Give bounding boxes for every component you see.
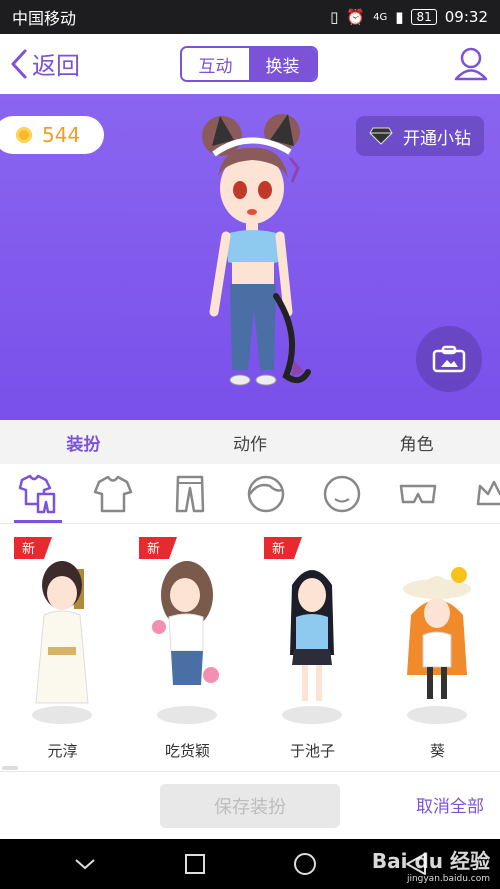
item-avatar — [282, 570, 342, 724]
item-name: 吃货颖 — [164, 742, 210, 760]
coin-balance: 544 — [0, 116, 104, 154]
camera-icon — [432, 345, 466, 373]
avatar-figure — [202, 114, 311, 386]
item-grid: 新 元淳 新 吃货颖 新 于池子 葵 — [0, 525, 500, 770]
watermark-text: Bai du 经验 — [371, 849, 490, 873]
item-name: 葵 — [429, 742, 445, 760]
category-bar — [0, 464, 500, 524]
vibrate-icon: ▯ — [330, 8, 339, 26]
carrier-label: 中国移动 — [12, 9, 77, 28]
pants-icon[interactable] — [170, 474, 210, 514]
profile-button[interactable] — [452, 44, 490, 86]
main-tabs: 装扮 动作 角色 — [0, 420, 500, 464]
watermark-sub: jingyan.baidu.com — [406, 874, 490, 884]
back-label: 返回 — [32, 52, 80, 80]
tab-character[interactable]: 角色 — [333, 420, 500, 464]
item-avatar — [403, 567, 471, 724]
vip-button[interactable]: 开通小钻 — [356, 116, 484, 156]
crown-icon[interactable] — [474, 474, 500, 514]
glasses-icon[interactable] — [398, 474, 438, 514]
user-icon — [454, 47, 488, 81]
bottom-action-bar: 保存装扮 取消全部 — [0, 771, 500, 839]
item-avatar — [32, 561, 92, 724]
vip-label: 开通小钻 — [403, 128, 471, 149]
category-indicator — [14, 520, 62, 523]
chevron-left-icon — [11, 49, 27, 78]
item-name: 元淳 — [47, 742, 78, 760]
clock: 09:32 — [444, 8, 488, 26]
face-icon[interactable] — [322, 474, 362, 514]
status-bar: 中国移动 ▯ ⏰ 4G ▮ 81 09:32 — [0, 0, 500, 34]
segment-interact[interactable]: 互动 — [182, 48, 249, 80]
camera-button[interactable] — [416, 326, 482, 392]
watermark: Bai du 经验 jingyan.baidu.com — [372, 845, 490, 884]
item-name: 于池子 — [289, 742, 335, 760]
network-label: 4G — [373, 11, 388, 23]
back-button[interactable]: 返回 — [10, 46, 80, 81]
segment-dressup[interactable]: 换装 — [249, 48, 316, 80]
item-card[interactable]: 新 吃货颖 — [125, 525, 250, 770]
home-icon[interactable] — [292, 851, 318, 877]
top-icon[interactable] — [93, 474, 133, 514]
signal-icon: ▮ — [395, 8, 404, 26]
item-card[interactable]: 新 于池子 — [250, 525, 375, 770]
recents-icon[interactable] — [184, 853, 206, 875]
coin-icon — [16, 127, 32, 143]
top-nav: 返回 互动 换装 — [0, 34, 500, 94]
item-avatar — [152, 561, 219, 724]
cancel-all-button[interactable]: 取消全部 — [416, 792, 484, 817]
avatar-stage: 544 开通小钻 — [0, 94, 500, 420]
alarm-icon: ⏰ — [346, 8, 366, 26]
hair-icon[interactable] — [246, 474, 286, 514]
item-card[interactable]: 新 元淳 — [0, 525, 125, 770]
tab-actions[interactable]: 动作 — [167, 420, 334, 464]
tab-dressup[interactable]: 装扮 — [0, 420, 167, 464]
battery-level: 81 — [411, 9, 437, 25]
outfit-set-icon[interactable] — [18, 474, 58, 514]
coin-amount: 544 — [42, 123, 81, 147]
item-card[interactable]: 葵 — [375, 525, 500, 770]
save-outfit-button[interactable]: 保存装扮 — [160, 784, 340, 828]
diamond-icon — [369, 127, 393, 145]
chevron-down-icon[interactable] — [73, 856, 97, 872]
scroll-indicator — [2, 766, 18, 770]
mode-switch: 互动 换装 — [180, 46, 318, 82]
